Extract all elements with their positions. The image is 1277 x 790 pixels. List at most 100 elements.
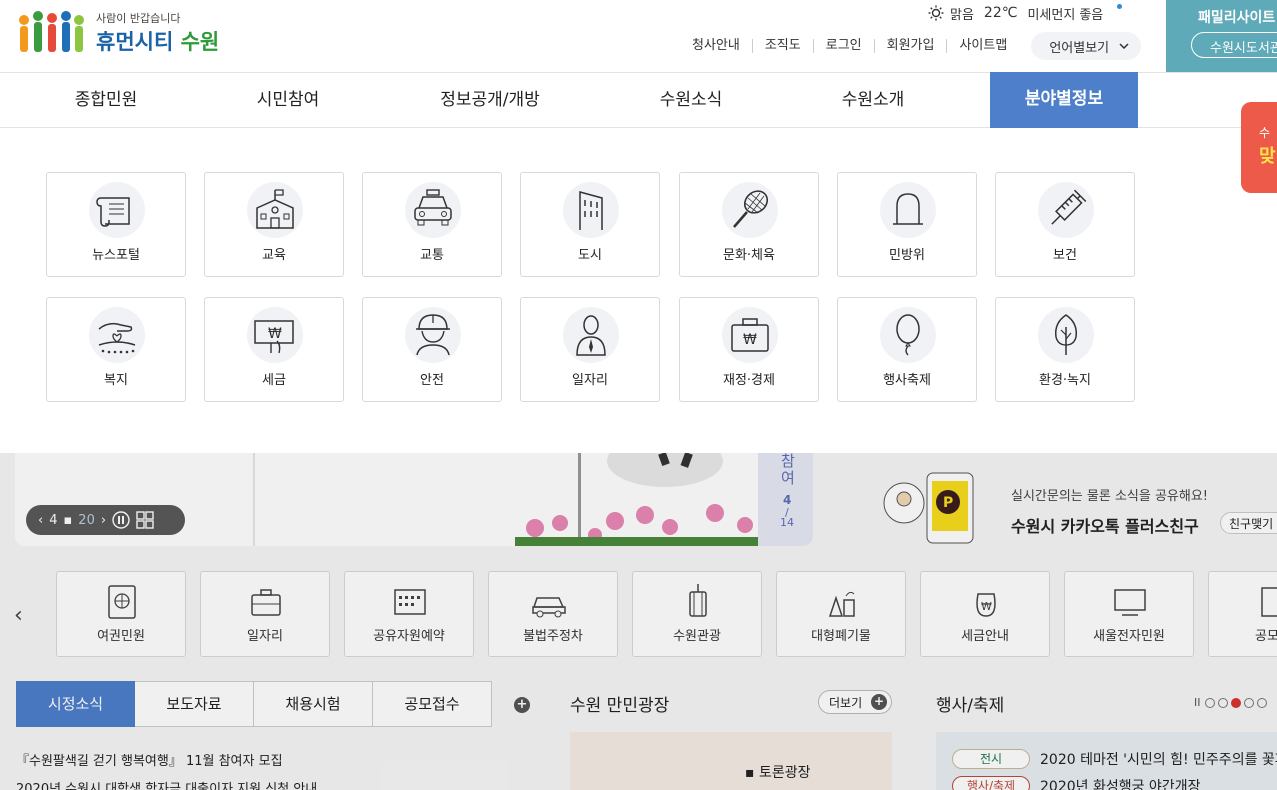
language-button[interactable]: 언어별보기 xyxy=(1031,32,1142,60)
welfare-hand-icon xyxy=(98,322,136,354)
event-badge: 전시 xyxy=(952,749,1030,769)
mega-item-label: 보건 xyxy=(1053,248,1077,263)
pager-dot[interactable] xyxy=(1217,697,1228,708)
mega-item-welfare[interactable]: 복지 xyxy=(46,297,186,402)
mega-item-environment[interactable]: 환경·녹지 xyxy=(995,297,1135,402)
tab-contest[interactable]: 공모접수 xyxy=(373,681,492,727)
event-text: 2020 테마전 '시민의 힘! 민주주의를 꽃피우다' xyxy=(1040,752,1277,768)
luggage-icon xyxy=(689,584,707,617)
pause-icon[interactable] xyxy=(112,511,130,529)
news-item[interactable]: 『수원팔색길 걷기 행복여행』 11월 참여자 모집 xyxy=(16,750,283,769)
events-title: 행사/축제 xyxy=(936,696,1005,716)
quick-item-label: 여권민원 xyxy=(97,629,145,644)
quick-item-jobs[interactable]: 일자리 xyxy=(200,571,330,657)
weather-temp: 22℃ xyxy=(983,5,1018,21)
util-link-office-guide[interactable]: 청사안내 xyxy=(680,39,752,53)
tree-icon xyxy=(1054,314,1078,355)
mega-item-civil-defense[interactable]: 민방위 xyxy=(837,172,977,277)
util-link-login[interactable]: 로그인 xyxy=(812,39,874,53)
pager-dot[interactable] xyxy=(1243,697,1254,708)
util-link-signup[interactable]: 회원가입 xyxy=(873,39,947,53)
mega-item-city[interactable]: 도시 xyxy=(520,172,660,277)
dust-value: 좋음 xyxy=(1079,7,1104,23)
grid-view-icon[interactable] xyxy=(136,511,154,529)
main-nav: 종합민원 시민참여 정보공개/개방 수원소식 수원소개 분야별정보 xyxy=(0,72,1277,135)
tab-city-news[interactable]: 시정소식 xyxy=(16,681,135,727)
news-item[interactable]: 2020년 수원시 대학생 학자금 대출이자 지원 신청 안내 xyxy=(16,778,317,790)
forum-item-label: 토론광장 xyxy=(758,765,811,781)
nav-field-info[interactable]: 분야별정보 xyxy=(990,72,1138,135)
mega-item-traffic[interactable]: 교통 xyxy=(362,172,502,277)
chevron-right-icon[interactable]: › xyxy=(101,513,106,528)
main-banner[interactable]: 참여 4 / 14 ‹ 4 ▪ 20 › xyxy=(15,453,813,546)
floating-banner[interactable]: 수 맞 xyxy=(1241,102,1277,193)
mega-item-finance-economy[interactable]: ₩ 재정·경제 xyxy=(679,297,819,402)
nav-suwon-news[interactable]: 수원소식 xyxy=(631,73,751,128)
family-site-select[interactable]: 수원시도서관 xyxy=(1191,32,1277,58)
mega-item-tax[interactable]: ₩ 세금 xyxy=(204,297,344,402)
tab-recruitment[interactable]: 채용시험 xyxy=(254,681,373,727)
mega-item-label: 교육 xyxy=(262,248,286,263)
mega-item-label: 민방위 xyxy=(889,248,925,263)
forum-more-button[interactable]: 더보기 + xyxy=(818,690,892,714)
mega-item-news-portal[interactable]: 뉴스포털 xyxy=(46,172,186,277)
floating-banner-line1: 수 xyxy=(1259,126,1271,140)
nav-citizen-participation[interactable]: 시민참여 xyxy=(228,73,348,128)
util-link-org-chart[interactable]: 조직도 xyxy=(751,39,813,53)
pause-small-icon[interactable]: II xyxy=(1194,696,1201,709)
banner-ctrl-total: 20 xyxy=(78,512,95,528)
forum-box[interactable]: ▪ 토론광장 xyxy=(570,732,892,790)
event-item[interactable]: 행사/축제 2020년 화성행궁 야간개장 xyxy=(952,776,1200,790)
quick-item-label: 일자리 xyxy=(247,629,283,644)
quick-item-label: 수원관광 xyxy=(673,629,721,644)
weather-condition: 맑음 xyxy=(950,7,974,23)
car-icon xyxy=(532,597,566,618)
quick-item-bulky-waste[interactable]: 대형폐기물 xyxy=(776,571,906,657)
site-logo[interactable]: 사람이 반갑습니다 휴먼시티 수원 xyxy=(16,4,236,56)
quick-item-e-civil[interactable]: 새울전자민원 xyxy=(1064,571,1194,657)
util-link-sitemap[interactable]: 사이트맵 xyxy=(946,39,1019,53)
quick-item-contest[interactable]: 공모전 xyxy=(1208,571,1277,657)
mega-item-culture-sports[interactable]: 문화·체육 xyxy=(679,172,819,277)
mega-item-label: 교통 xyxy=(420,248,444,263)
nav-info-disclosure[interactable]: 정보공개/개방 xyxy=(420,73,560,128)
event-item[interactable]: 전시 2020 테마전 '시민의 힘! 민주주의를 꽃피우다' xyxy=(952,749,1277,769)
school-icon xyxy=(256,189,294,229)
pager-dot-active[interactable] xyxy=(1230,697,1241,708)
mega-item-events-festivals[interactable]: 행사축제 xyxy=(837,297,977,402)
logo-people-icon xyxy=(19,11,84,52)
quick-item-shared-resources[interactable]: 공유자원예약 xyxy=(344,571,474,657)
svg-text:₩: ₩ xyxy=(268,326,282,342)
news-more-plus-icon[interactable]: + xyxy=(514,697,530,713)
svg-text:P: P xyxy=(943,495,953,511)
mega-item-jobs[interactable]: 일자리 xyxy=(520,297,660,402)
chevron-down-icon xyxy=(1119,43,1129,49)
quick-item-tourism[interactable]: 수원관광 xyxy=(632,571,762,657)
pager-dot[interactable] xyxy=(1256,697,1267,708)
pager-dot[interactable] xyxy=(1204,697,1215,708)
quick-menu-prev-icon[interactable]: ‹ xyxy=(14,603,23,628)
main-content: 참여 4 / 14 ‹ 4 ▪ 20 › P 실시간문의는 물론 소식을 공유해… xyxy=(0,453,1277,790)
banner-controls: ‹ 4 ▪ 20 › xyxy=(26,505,185,535)
tab-press-releases[interactable]: 보도자료 xyxy=(135,681,254,727)
quick-item-passport[interactable]: 여권민원 xyxy=(56,571,186,657)
quick-item-tax-guide[interactable]: ₩ 세금안내 xyxy=(920,571,1050,657)
chevron-left-icon[interactable]: ‹ xyxy=(38,513,43,528)
mega-item-health[interactable]: 보건 xyxy=(995,172,1135,277)
nav-civil-service[interactable]: 종합민원 xyxy=(46,73,166,128)
money-bag-icon: ₩ xyxy=(976,593,996,617)
siren-icon xyxy=(893,193,923,225)
mega-item-education[interactable]: 교육 xyxy=(204,172,344,277)
quick-item-label: 세금안내 xyxy=(961,629,1009,644)
helmet-worker-icon xyxy=(416,314,450,356)
mega-item-label: 복지 xyxy=(104,373,128,388)
mega-item-safety[interactable]: 안전 xyxy=(362,297,502,402)
header: 사람이 반갑습니다 휴먼시티 수원 맑음 22℃ 미세먼지 좋음 청사안내 조직… xyxy=(0,0,1277,72)
kakao-add-friend-button[interactable]: 친구맺기 xyxy=(1220,512,1277,534)
news-scroll-icon xyxy=(96,197,130,227)
quick-item-label: 새울전자민원 xyxy=(1093,629,1165,644)
quick-item-illegal-parking[interactable]: 불법주정차 xyxy=(488,571,618,657)
event-text: 2020년 화성행궁 야간개장 xyxy=(1040,779,1201,790)
nav-suwon-intro[interactable]: 수원소개 xyxy=(813,73,933,128)
mega-item-label: 문화·체육 xyxy=(723,248,775,263)
